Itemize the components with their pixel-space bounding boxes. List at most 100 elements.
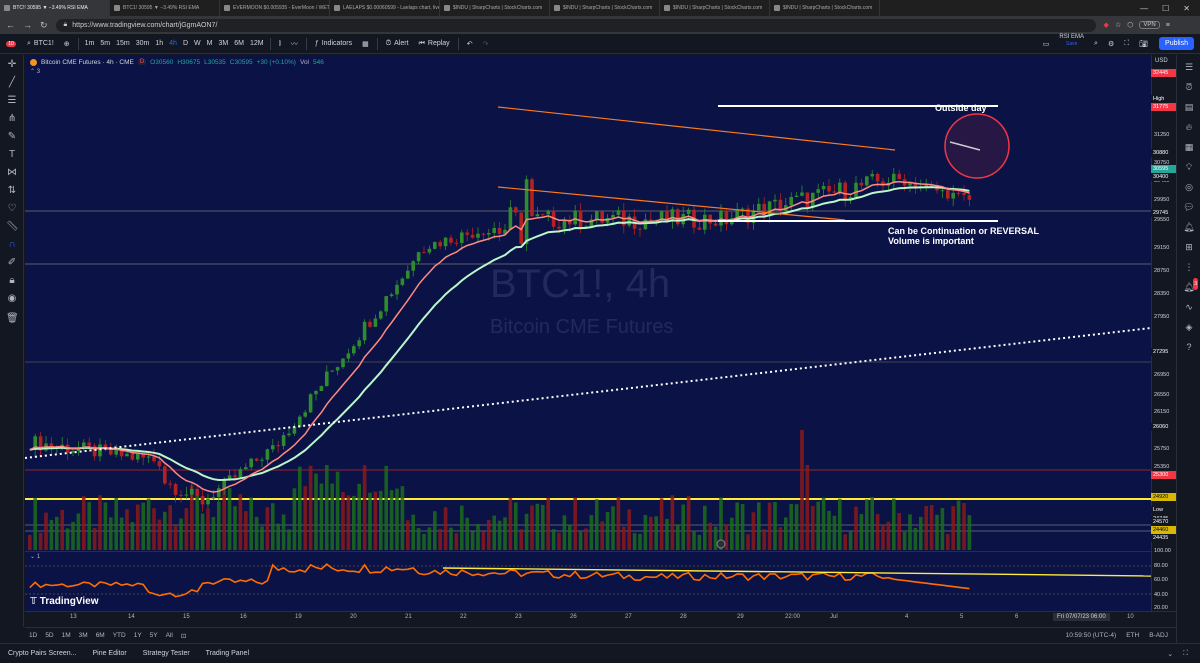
- interval-1h[interactable]: 1h: [152, 34, 166, 54]
- range-button-6m[interactable]: 6M: [92, 632, 109, 639]
- data-window-icon[interactable]: ▤: [1183, 101, 1195, 113]
- adjustment-toggle[interactable]: B-ADJ: [1149, 632, 1168, 639]
- chart-type-button[interactable]: ⫾: [274, 34, 286, 54]
- interval-W[interactable]: W: [191, 34, 204, 54]
- quick-search-button[interactable]: ⌕: [1089, 34, 1103, 54]
- bottom-tab[interactable]: Crypto Pairs Screen...: [0, 650, 84, 657]
- symbol-search[interactable]: ⌕ BTC1!: [22, 34, 59, 54]
- watchlist-icon[interactable]: ☰: [1183, 61, 1195, 73]
- notification-bell-icon[interactable]: 🔔︎ 3: [1183, 278, 1198, 293]
- goto-date-icon[interactable]: ⊡: [177, 632, 190, 640]
- prediction-icon[interactable]: ⇅: [6, 185, 18, 197]
- vpn-badge[interactable]: VPN: [1139, 21, 1160, 29]
- redo-button[interactable]: ↷: [478, 34, 494, 54]
- replay-button[interactable]: ⏮ Replay: [414, 34, 455, 54]
- trend-line-icon[interactable]: ╱: [6, 77, 18, 89]
- browser-tab[interactable]: LAELAPS $0.00060599 - Laelaps chart, liv…: [330, 0, 440, 16]
- interval-D[interactable]: D: [180, 34, 191, 54]
- clock[interactable]: 10:59:50 (UTC-4): [1066, 632, 1117, 639]
- crosshair-icon[interactable]: ✛: [6, 59, 18, 71]
- pattern-icon[interactable]: ⋈: [6, 167, 18, 179]
- range-button-all[interactable]: All: [162, 632, 177, 639]
- pencil-lock-icon[interactable]: ✐: [6, 257, 18, 269]
- pitchfork-icon[interactable]: ⋔: [6, 113, 18, 125]
- magnet-icon[interactable]: ∩: [6, 239, 18, 251]
- trash-icon[interactable]: 🗑︎: [6, 313, 19, 325]
- range-button-5y[interactable]: 5Y: [146, 632, 162, 639]
- alert-button[interactable]: ⏰︎ Alert: [381, 34, 414, 54]
- order-panel-icon[interactable]: ⊞: [1183, 241, 1195, 253]
- range-button-1y[interactable]: 1Y: [130, 632, 146, 639]
- rsi-pane[interactable]: [25, 551, 1151, 611]
- url-field[interactable]: 🔒︎ https://www.tradingview.com/chart/jGg…: [55, 18, 1096, 32]
- line-type-button[interactable]: 〰: [286, 34, 303, 54]
- snapshot-button[interactable]: 📷︎: [1134, 34, 1153, 54]
- ruler-icon[interactable]: 📏︎: [6, 221, 19, 233]
- currency-label[interactable]: USD: [1155, 58, 1168, 64]
- streams-icon[interactable]: ◎: [1183, 181, 1195, 193]
- maximize-icon[interactable]: ☐: [1162, 4, 1169, 13]
- horizontal-lines-icon[interactable]: ☰: [6, 95, 18, 107]
- text-icon[interactable]: T: [6, 149, 18, 161]
- collapse-icon[interactable]: ⌄: [1167, 650, 1173, 658]
- interval-3M[interactable]: 3M: [215, 34, 231, 54]
- user-menu[interactable]: 10: [0, 34, 22, 54]
- bottom-tab[interactable]: Pine Editor: [84, 650, 134, 657]
- range-button-ytd[interactable]: YTD: [109, 632, 130, 639]
- interval-6M[interactable]: 6M: [231, 34, 247, 54]
- forward-icon[interactable]: →: [23, 20, 32, 30]
- notifications-icon[interactable]: 🔔︎: [1183, 221, 1195, 233]
- bottom-tab[interactable]: Trading Panel: [198, 650, 257, 657]
- browser-tab[interactable]: EVERMOON $0.005935 - EverMoon / WETH on …: [220, 0, 330, 16]
- interval-15m[interactable]: 15m: [113, 34, 133, 54]
- templates-button[interactable]: ▦: [357, 34, 374, 54]
- interval-30m[interactable]: 30m: [133, 34, 153, 54]
- menu-icon[interactable]: ≡: [1166, 22, 1170, 29]
- undo-button[interactable]: ↶: [462, 34, 478, 54]
- layout-button[interactable]: ▭: [1038, 34, 1055, 54]
- range-button-5d[interactable]: 5D: [41, 632, 57, 639]
- close-icon[interactable]: ✕: [1183, 4, 1190, 13]
- back-icon[interactable]: ←: [6, 20, 15, 30]
- layers-icon[interactable]: ◈: [1183, 321, 1195, 333]
- help-icon[interactable]: ?: [1183, 341, 1195, 353]
- time-axis[interactable]: [25, 611, 1176, 627]
- range-button-1d[interactable]: 1D: [25, 632, 41, 639]
- settings-button[interactable]: ⚙: [1103, 34, 1119, 54]
- brush-icon[interactable]: ✎: [6, 131, 18, 143]
- fullscreen-button[interactable]: ⛶: [1119, 34, 1134, 54]
- session-toggle[interactable]: ETH: [1126, 632, 1139, 639]
- layout-name-button[interactable]: RSI EMA Save: [1054, 34, 1089, 54]
- reload-icon[interactable]: ↻: [40, 20, 48, 31]
- heart-icon[interactable]: ♡: [6, 203, 18, 215]
- interval-M[interactable]: M: [204, 34, 216, 54]
- ideas-icon[interactable]: 💡︎: [1183, 161, 1195, 173]
- calendar-icon[interactable]: ▦: [1183, 141, 1195, 153]
- rsi-canvas[interactable]: [25, 552, 1151, 611]
- range-button-1m[interactable]: 1M: [58, 632, 75, 639]
- alerts-icon[interactable]: ⏰︎: [1183, 81, 1195, 93]
- interval-1m[interactable]: 1m: [82, 34, 98, 54]
- browser-tab[interactable]: $INDU | SharpCharts | StockCharts.com: [660, 0, 770, 16]
- interval-4h[interactable]: 4h: [166, 34, 180, 54]
- interval-5m[interactable]: 5m: [97, 34, 113, 54]
- puzzle-icon[interactable]: ⬡: [1127, 21, 1133, 29]
- legend-collapse[interactable]: ⌃ 3: [30, 68, 40, 75]
- browser-tab[interactable]: $INDU | SharpCharts | StockCharts.com: [770, 0, 880, 16]
- pulse-icon[interactable]: ∿: [1183, 301, 1195, 313]
- extension-icon[interactable]: ◆: [1104, 21, 1109, 29]
- minimize-icon[interactable]: —: [1140, 4, 1148, 13]
- bookmark-icon[interactable]: ☆: [1115, 21, 1121, 29]
- indicators-button[interactable]: ƒ Indicators: [310, 34, 357, 54]
- lock-drawing-icon[interactable]: 🔒︎: [6, 275, 18, 287]
- interval-12M[interactable]: 12M: [247, 34, 267, 54]
- compare-symbol-button[interactable]: ⊕: [59, 34, 75, 54]
- rsi-legend[interactable]: ⌄ 1: [30, 553, 40, 560]
- browser-tab[interactable]: BTC1! 30595 ▼ −3.49% RSI EMA: [110, 0, 220, 16]
- range-button-3m[interactable]: 3M: [75, 632, 92, 639]
- maximize-panel-icon[interactable]: ⛶: [1183, 650, 1188, 658]
- eye-icon[interactable]: ◉: [6, 293, 18, 305]
- publish-button[interactable]: Publish: [1159, 37, 1194, 50]
- hotlist-icon[interactable]: 🔥︎: [1183, 121, 1195, 133]
- dom-icon[interactable]: ⋮: [1183, 261, 1195, 273]
